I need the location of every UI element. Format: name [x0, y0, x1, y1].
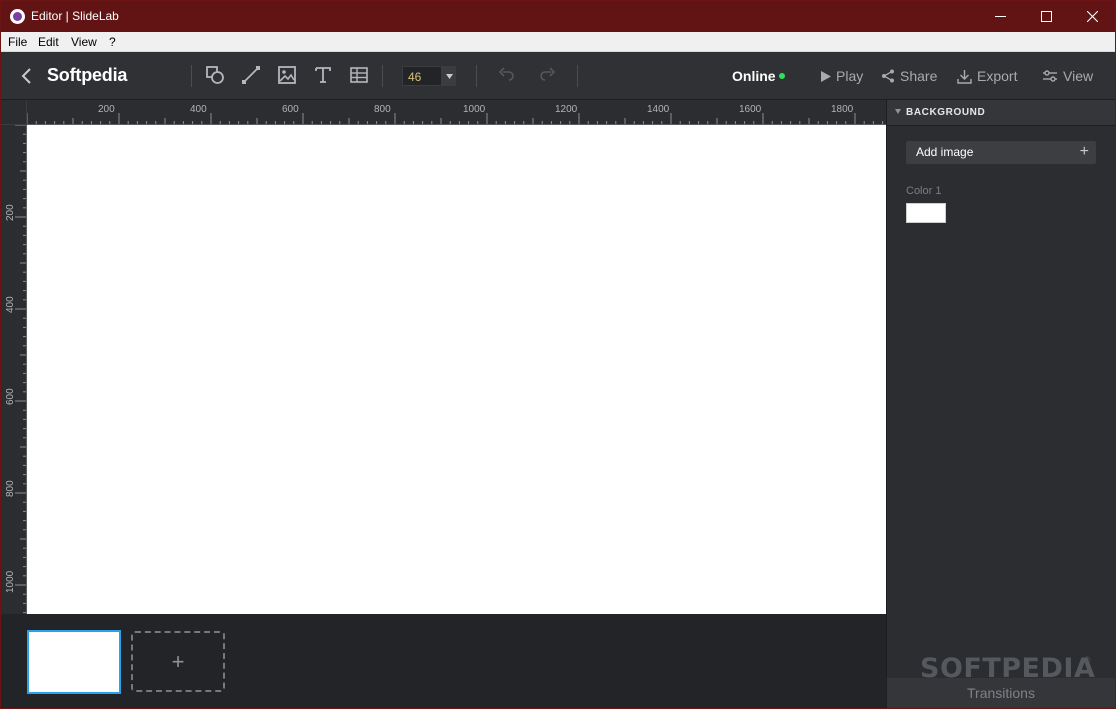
transitions-label: Transitions: [967, 685, 1035, 701]
redo-button[interactable]: [536, 64, 558, 86]
undo-icon: [498, 67, 514, 81]
ruler-label: 1000: [5, 570, 16, 593]
menu-edit[interactable]: Edit: [38, 35, 59, 49]
ruler-label: 200: [98, 104, 115, 115]
ruler-label: 600: [282, 104, 299, 115]
minimize-icon: [994, 16, 1006, 17]
back-button[interactable]: [17, 66, 37, 86]
table-tool-button[interactable]: [348, 64, 370, 86]
window-title: Editor | SlideLab: [31, 9, 119, 23]
online-indicator-icon: [779, 73, 785, 79]
export-button[interactable]: Export: [957, 66, 1017, 86]
ruler-label: 1200: [555, 104, 578, 115]
ruler-label: 200: [5, 204, 16, 221]
properties-panel: BACKGROUND Add image + Color 1 SOFTPEDIA…: [886, 100, 1115, 708]
slide-canvas[interactable]: [27, 125, 886, 614]
plus-icon: +: [171, 648, 185, 674]
table-icon: [350, 67, 368, 83]
menu-help[interactable]: ?: [109, 35, 116, 49]
transitions-section[interactable]: Transitions: [887, 678, 1115, 708]
registered-mark: ®: [1084, 655, 1091, 665]
menu-file[interactable]: File: [8, 35, 27, 49]
redo-icon: [540, 67, 556, 81]
background-section-header[interactable]: BACKGROUND: [887, 100, 1115, 126]
download-icon: [957, 69, 972, 84]
section-title: BACKGROUND: [906, 107, 986, 118]
vertical-ruler: 200 400 600 800 1000: [1, 125, 27, 614]
ruler-label: 800: [5, 480, 16, 497]
maximize-icon: [1040, 11, 1052, 22]
maximize-button[interactable]: [1023, 1, 1069, 32]
connection-status: Online: [732, 68, 776, 84]
caret-down-icon: [445, 73, 453, 79]
color-label: Color 1: [906, 185, 942, 197]
minimize-button[interactable]: [977, 1, 1023, 32]
play-icon: [821, 70, 831, 82]
ruler-corner: [1, 100, 27, 125]
ruler-label: 400: [5, 296, 16, 313]
title-bar: Editor | SlideLab: [1, 1, 1115, 32]
menu-view[interactable]: View: [71, 35, 97, 49]
close-icon: [1086, 11, 1098, 22]
plus-icon: +: [1079, 143, 1089, 160]
line-icon: [242, 66, 260, 84]
shape-tool-button[interactable]: [204, 64, 226, 86]
share-icon: [882, 69, 894, 83]
ruler-label: 1400: [647, 104, 670, 115]
ruler-label: 1000: [463, 104, 486, 115]
line-tool-button[interactable]: [240, 64, 262, 86]
toolbar-divider: [382, 65, 383, 87]
add-image-button[interactable]: Add image +: [906, 141, 1096, 164]
text-tool-button[interactable]: [312, 64, 334, 86]
chevron-left-icon: [21, 68, 31, 84]
view-button[interactable]: View: [1042, 66, 1093, 86]
add-slide-button[interactable]: +: [131, 631, 225, 692]
view-label: View: [1063, 68, 1094, 84]
text-icon: [315, 67, 331, 83]
app-window: Editor | SlideLab File Edit View ? Softp…: [0, 0, 1116, 709]
slidelab-logo-icon: [10, 9, 25, 24]
menu-bar: File Edit View ?: [1, 32, 1115, 52]
image-icon: [278, 66, 296, 84]
editor-toolbar: Softpedia 46 Online Play Share Export Vi…: [1, 52, 1115, 100]
slide-thumbnail-selected[interactable]: [27, 630, 121, 694]
share-button[interactable]: Share: [881, 66, 937, 86]
close-button[interactable]: [1069, 1, 1115, 32]
image-tool-button[interactable]: [276, 64, 298, 86]
toolbar-divider: [476, 65, 477, 87]
add-image-label: Add image: [916, 145, 974, 159]
shape-icon: [206, 66, 224, 84]
ruler-label: 800: [374, 104, 391, 115]
ruler-label: 1800: [831, 104, 854, 115]
ruler-label: 600: [5, 388, 16, 405]
play-label: Play: [836, 68, 864, 84]
caret-down-icon: [895, 109, 901, 114]
font-size-input[interactable]: 46: [402, 66, 442, 86]
slide-strip: +: [1, 614, 886, 708]
ruler-label: 400: [190, 104, 207, 115]
export-label: Export: [977, 68, 1018, 84]
toolbar-divider: [577, 65, 578, 87]
vertical-ruler-ticks: [15, 125, 26, 614]
share-label: Share: [900, 68, 938, 84]
document-title[interactable]: Softpedia: [47, 65, 127, 86]
font-size-dropdown[interactable]: [442, 66, 456, 86]
background-color-swatch[interactable]: [906, 203, 946, 223]
horizontal-ruler: 200 400 600 800 1000 1200 1400 1600 1800: [27, 100, 886, 125]
ruler-label: 1600: [739, 104, 762, 115]
sliders-icon: [1043, 70, 1057, 82]
play-button[interactable]: Play: [821, 66, 863, 86]
toolbar-divider: [191, 65, 192, 87]
undo-button[interactable]: [496, 64, 518, 86]
